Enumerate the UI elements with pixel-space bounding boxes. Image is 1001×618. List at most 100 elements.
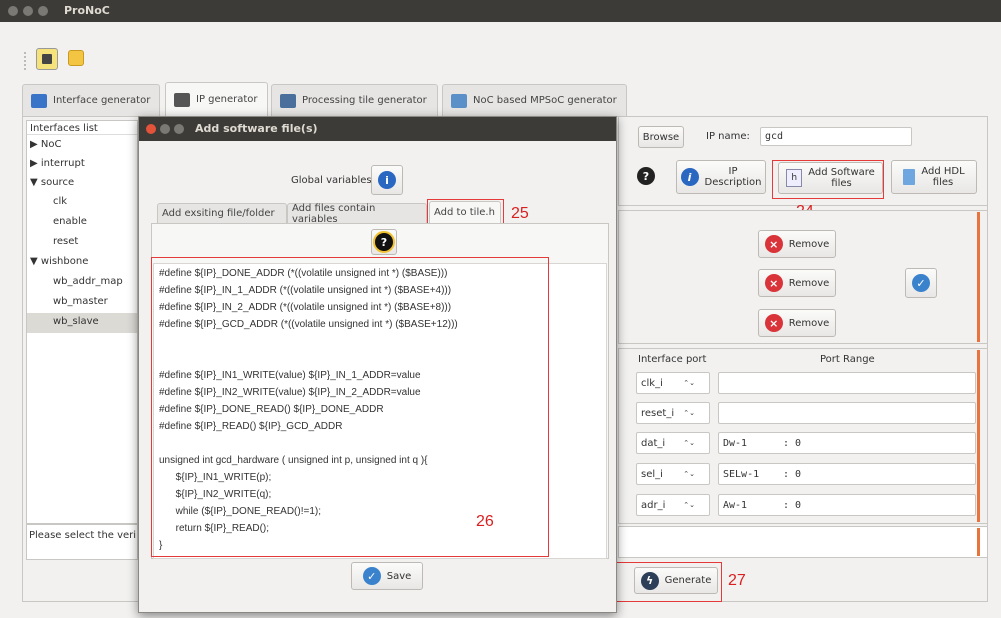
tree-item-wb-master[interactable]: wb_master — [53, 296, 108, 307]
port-range-input-reset[interactable] — [718, 402, 976, 424]
expand-arrow-icon: ▶ — [30, 158, 38, 169]
toolbar-grip — [24, 52, 26, 70]
annotation-box-25 — [427, 199, 504, 225]
spinner-icon: ⌃⌄ — [683, 470, 695, 478]
dialog-minimize-icon[interactable] — [160, 124, 170, 134]
tree-item-label: NoC — [40, 139, 62, 150]
port-range-input-sel[interactable]: SELw-1: 0 — [718, 463, 976, 485]
tree-item-source[interactable]: ▼ source — [30, 177, 74, 188]
spinner-icon: ⌃⌄ — [683, 439, 695, 447]
tree-item-label: interrupt — [40, 158, 85, 169]
browse-button[interactable]: Browse — [638, 126, 684, 148]
message-panel — [618, 526, 988, 558]
port-range-input-clk[interactable] — [718, 372, 976, 394]
collapse-arrow-icon: ▼ — [30, 256, 38, 267]
button-label: Save — [386, 570, 412, 582]
tree-item-noc[interactable]: ▶ NoC — [30, 139, 61, 150]
tree-item-enable[interactable]: enable — [53, 216, 87, 227]
tab-label: Add exsiting file/folder — [162, 208, 275, 219]
range-suffix: : 0 — [783, 499, 802, 511]
port-name: dat_i — [641, 437, 666, 449]
dialog-maximize-icon[interactable] — [174, 124, 184, 134]
scroll-indicator-ports[interactable] — [977, 350, 980, 522]
annotation-26: 26 — [476, 513, 494, 530]
port-name: adr_i — [641, 499, 666, 511]
ip-name-input[interactable]: gcd — [760, 127, 912, 146]
port-name: reset_i — [641, 407, 675, 419]
grid-icon — [451, 93, 467, 108]
tab-label: Add files contain variables — [292, 202, 376, 225]
port-select-adr[interactable]: adr_i ⌃⌄ — [636, 494, 710, 516]
port-select-sel[interactable]: sel_i ⌃⌄ — [636, 463, 710, 485]
checkmark-icon: ✓ — [912, 274, 930, 292]
remove-button-2[interactable]: × Remove — [758, 269, 836, 297]
interface-port-header: Interface port — [638, 354, 707, 365]
help-icon[interactable]: ? — [637, 167, 655, 185]
save-button[interactable]: ✓ Save — [351, 562, 423, 590]
status-message: Please select the verilo — [26, 524, 138, 560]
range-suffix: : 0 — [783, 468, 802, 480]
annotation-box-27 — [607, 562, 722, 602]
remove-icon: × — [764, 274, 783, 292]
range-suffix: : 0 — [783, 437, 802, 449]
remove-button-3[interactable]: × Remove — [758, 309, 836, 337]
confirm-button[interactable]: ✓ — [905, 268, 937, 298]
hdl-file-icon — [903, 169, 916, 185]
tree-item-wb-addr-map[interactable]: wb_addr_map — [53, 276, 123, 287]
tab-ip-generator[interactable]: IP generator — [165, 82, 268, 116]
tab-processing-tile-generator[interactable]: Processing tile generator — [271, 84, 438, 116]
collapse-arrow-icon: ▼ — [30, 177, 38, 188]
port-select-reset[interactable]: reset_i ⌃⌄ — [636, 402, 710, 424]
button-label: IP Description — [704, 166, 762, 188]
tab-noc-mpsoc-generator[interactable]: NoC based MPSoC generator — [442, 84, 627, 116]
port-name: clk_i — [641, 377, 663, 389]
tree-item-label: wishbone — [40, 256, 89, 267]
port-select-dat[interactable]: dat_i ⌃⌄ — [636, 432, 710, 454]
annotation-25: 25 — [511, 205, 529, 222]
checkmark-icon: ✓ — [362, 567, 381, 585]
annotation-box-26 — [151, 257, 549, 557]
add-hdl-files-button[interactable]: Add HDL files — [891, 160, 977, 194]
port-select-clk[interactable]: clk_i ⌃⌄ — [636, 372, 710, 394]
tree-item-wb-slave[interactable]: wb_slave — [27, 313, 137, 333]
dialog-help-button[interactable]: ? — [371, 229, 397, 255]
edit-tool-icon[interactable] — [68, 50, 84, 66]
button-label: Remove — [788, 277, 830, 289]
toolbar — [0, 22, 1001, 78]
tree-item-reset[interactable]: reset — [53, 236, 78, 247]
dialog-close-icon[interactable] — [146, 124, 156, 134]
annotation-27: 27 — [728, 572, 746, 589]
maximize-window-icon[interactable] — [38, 6, 48, 16]
interfaces-list-panel: Interfaces list ▶ NoC ▶ interrupt ▼ sour… — [26, 120, 138, 524]
ip-description-button[interactable]: i IP Description — [676, 160, 766, 194]
tree-item-label: source — [40, 177, 75, 188]
info-icon: i — [680, 168, 699, 186]
tab-label: NoC based MPSoC generator — [473, 95, 617, 106]
tab-add-files-contain-variables[interactable]: Add files contain variables — [287, 202, 427, 225]
remove-button-1[interactable]: × Remove — [758, 230, 836, 258]
expand-arrow-icon: ▶ — [30, 139, 38, 150]
range-value: Aw-1 — [723, 499, 748, 511]
window-title: ProNoC — [64, 4, 110, 17]
port-range-input-adr[interactable]: Aw-1 : 0 — [718, 494, 976, 516]
help-icon: ? — [373, 231, 395, 253]
tile-icon — [280, 93, 296, 108]
chip-tool-icon[interactable] — [36, 48, 58, 70]
scroll-indicator-msg[interactable] — [977, 528, 980, 556]
range-value: Dw-1 — [723, 437, 748, 449]
tree-item-clk[interactable]: clk — [53, 196, 67, 207]
tree-item-wishbone[interactable]: ▼ wishbone — [30, 256, 88, 267]
global-variables-label: Global variables — [291, 175, 372, 186]
port-range-input-dat[interactable]: Dw-1 : 0 — [718, 432, 976, 454]
scroll-indicator[interactable] — [977, 212, 980, 342]
tree-item-interrupt[interactable]: ▶ interrupt — [30, 158, 85, 169]
remove-icon: × — [764, 314, 783, 332]
tab-interface-generator[interactable]: Interface generator — [22, 84, 160, 116]
tab-add-existing-file[interactable]: Add exsiting file/folder — [157, 203, 287, 223]
minimize-window-icon[interactable] — [23, 6, 33, 16]
global-variables-button[interactable]: i — [371, 165, 403, 195]
spinner-icon: ⌃⌄ — [683, 409, 695, 417]
close-window-icon[interactable] — [8, 6, 18, 16]
chip-icon — [174, 92, 190, 107]
button-label: Remove — [788, 238, 830, 250]
